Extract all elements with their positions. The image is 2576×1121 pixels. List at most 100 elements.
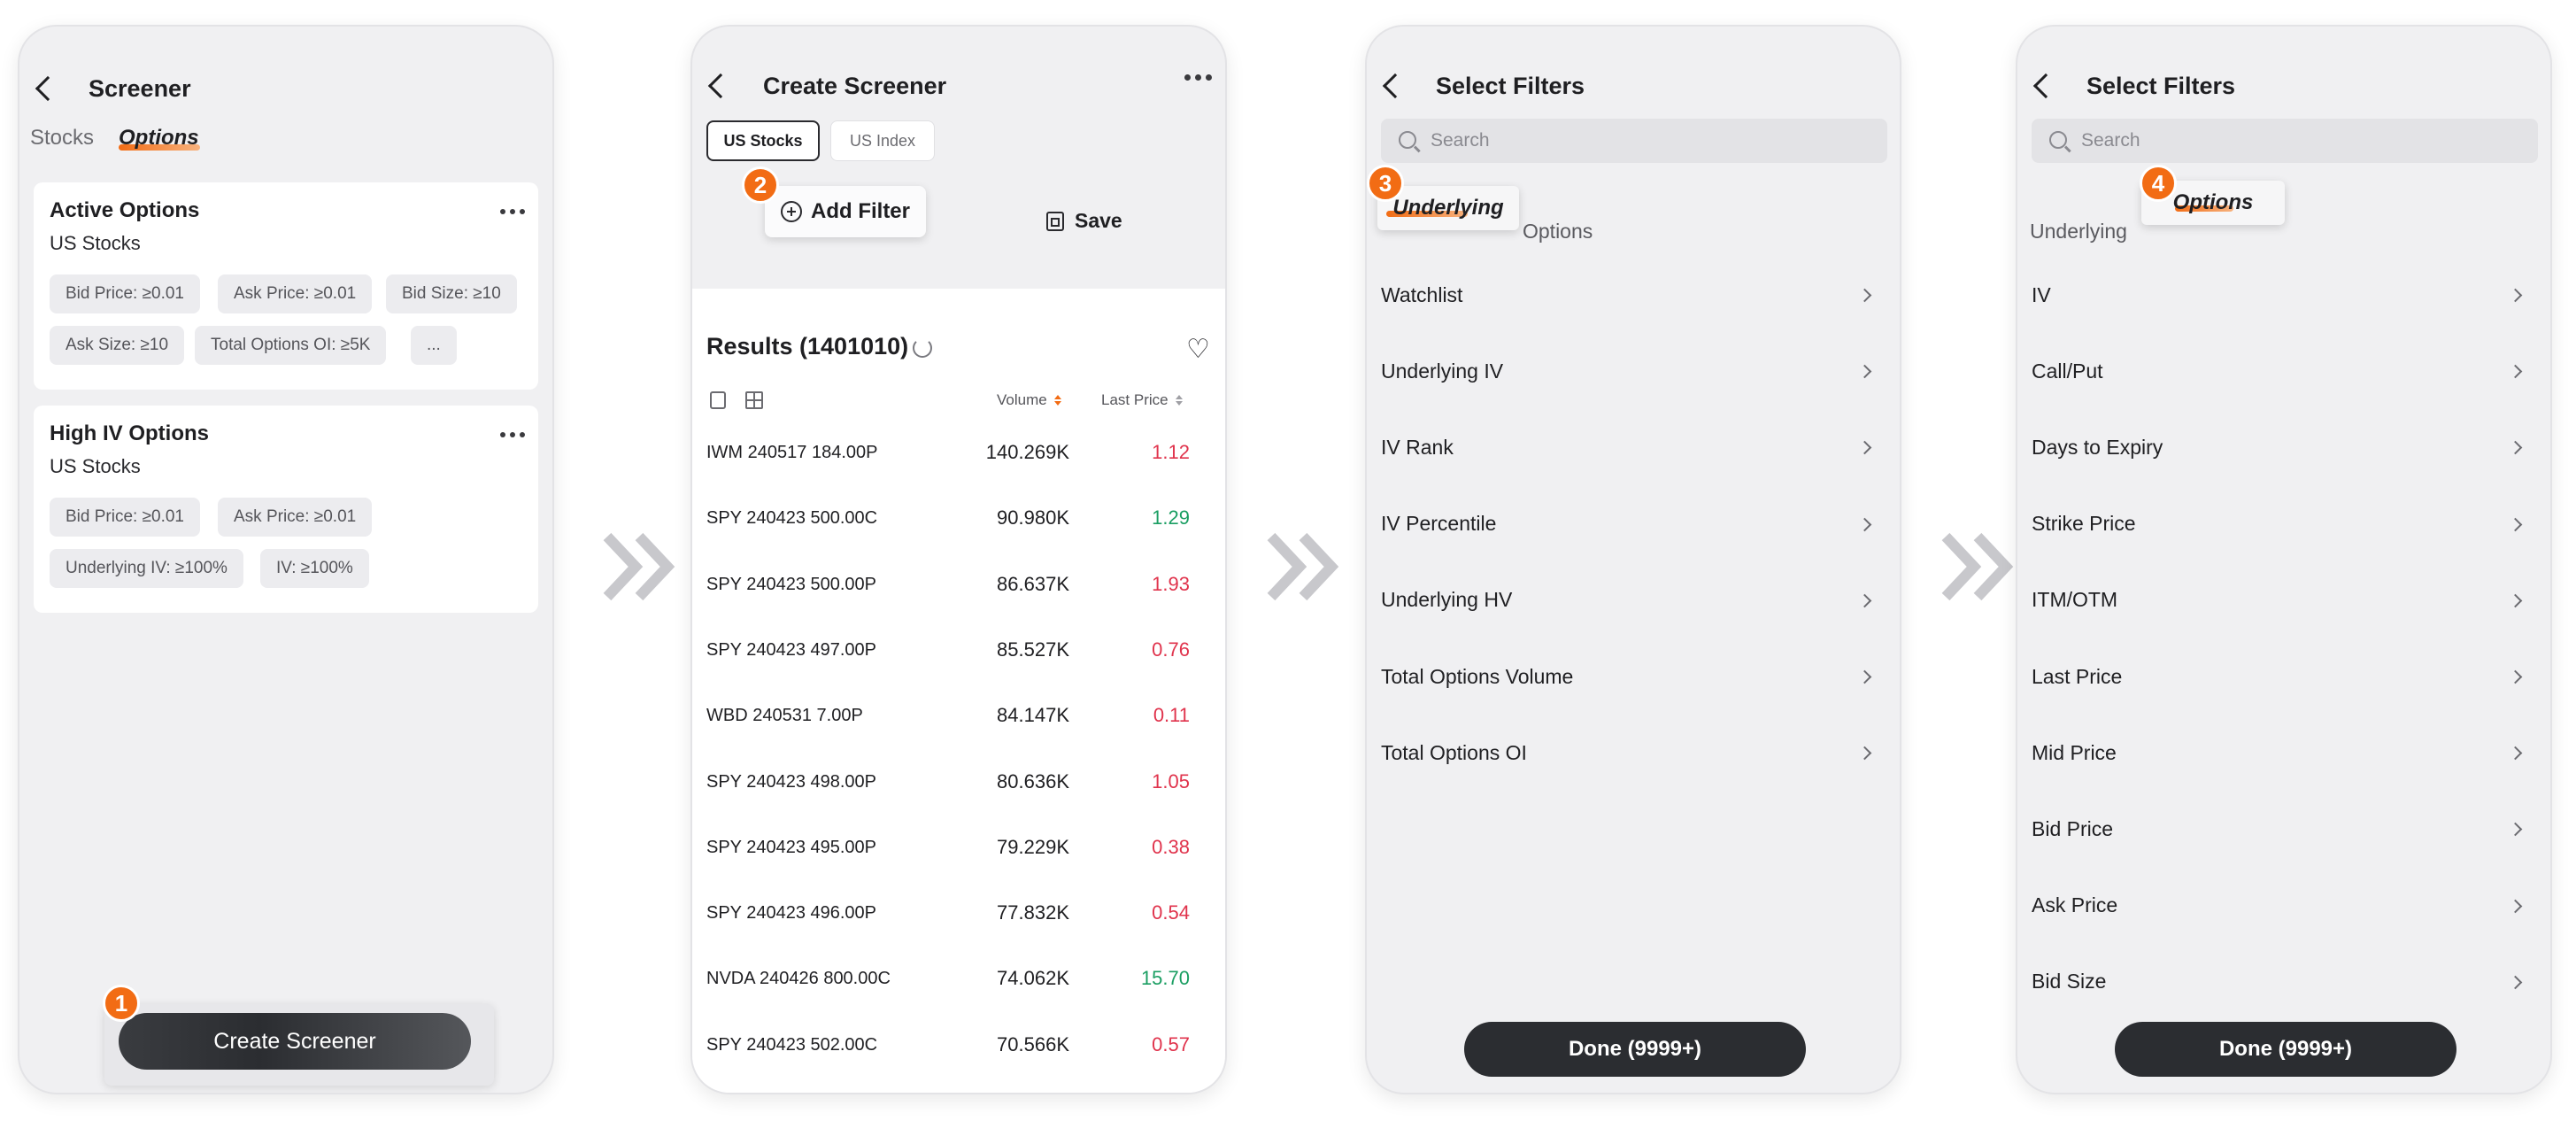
- add-filter-button[interactable]: Add Filter: [765, 186, 926, 237]
- favorite-add-icon[interactable]: ♡: [1186, 336, 1210, 363]
- filter-list-item[interactable]: Bid Price: [2032, 791, 2538, 867]
- done-button[interactable]: Done (9999+): [2115, 1022, 2456, 1077]
- step-badge: 4: [2140, 165, 2177, 202]
- filter-chip: Ask Price: ≥0.01: [218, 498, 373, 537]
- volume-value: 80.636K: [997, 769, 1069, 792]
- last-price-value: 1.29: [1152, 506, 1190, 530]
- filter-list-item[interactable]: IV: [2032, 257, 2538, 333]
- card-title: Active Options: [50, 198, 200, 222]
- page-title: Select Filters: [2086, 73, 2236, 99]
- filter-list-item[interactable]: Mid Price: [2032, 715, 2538, 791]
- filter-item-label: Bid Size: [2032, 970, 2107, 993]
- more-options-icon[interactable]: [500, 209, 525, 214]
- filter-item-label: IV Percentile: [1381, 512, 1497, 536]
- column-layout-icon[interactable]: [745, 391, 763, 409]
- more-options-icon[interactable]: [1184, 74, 1212, 81]
- table-row[interactable]: SPY 240423 501.00C70.059K0.88: [692, 1079, 1225, 1093]
- segment-us-index[interactable]: US Index: [830, 120, 935, 161]
- save-button[interactable]: Save: [1046, 209, 1122, 233]
- filter-item-label: Total Options OI: [1381, 740, 1527, 764]
- filter-list-item[interactable]: IV Rank: [1381, 409, 1887, 485]
- sort-icon: [1175, 395, 1183, 406]
- chevron-right-icon: [2508, 975, 2523, 990]
- tab-options[interactable]: Options: [1523, 220, 1593, 244]
- table-row[interactable]: SPY 240423 497.00P 85.527K 0.76: [692, 619, 1225, 684]
- filter-item-label: Underlying IV: [1381, 359, 1504, 383]
- back-arrow-icon[interactable]: [707, 73, 734, 99]
- segment-us-stocks[interactable]: US Stocks: [706, 120, 820, 161]
- chevron-right-icon: [1857, 669, 1872, 684]
- filter-list-item[interactable]: Days to Expiry: [2032, 409, 2538, 485]
- filter-list-item[interactable]: Ask Price: [2032, 868, 2538, 944]
- filter-list-item[interactable]: Total Options Volume: [1381, 638, 1887, 715]
- search-icon: [1399, 131, 1416, 149]
- filter-list-item[interactable]: Last Price: [2032, 638, 2538, 715]
- screener-card-high-iv-options[interactable]: High IV Options US Stocks Bid Price: ≥0.…: [34, 406, 538, 613]
- last-price-value: 1.93: [1152, 572, 1190, 595]
- filter-list-item[interactable]: Strike Price: [2032, 486, 2538, 562]
- card-subtitle: US Stocks: [50, 455, 141, 477]
- table-row[interactable]: NVDA 240426 800.00C 74.062K 15.70: [692, 947, 1225, 1013]
- filter-list-item[interactable]: Watchlist: [1381, 257, 1887, 333]
- volume-value: 86.637K: [997, 572, 1069, 595]
- next-step-arrow-icon: [1941, 532, 2014, 601]
- last-price-value: 0.11: [1153, 704, 1190, 727]
- sort-active-icon: [1053, 395, 1061, 406]
- refresh-icon[interactable]: [913, 338, 932, 358]
- back-arrow-icon[interactable]: [2032, 73, 2059, 99]
- chevron-right-icon: [2508, 823, 2523, 837]
- filter-item-label: Total Options Volume: [1381, 664, 1574, 688]
- filter-item-label: Watchlist: [1381, 282, 1463, 306]
- page-title: Select Filters: [1436, 73, 1585, 99]
- tab-options[interactable]: Options: [119, 126, 199, 151]
- tab-underlying-label: Underlying: [1392, 196, 1504, 220]
- create-screener-button[interactable]: Create Screener: [119, 1013, 471, 1070]
- chevron-right-icon: [1857, 441, 1872, 455]
- screener-card-active-options[interactable]: Active Options US Stocks Bid Price: ≥0.0…: [34, 182, 538, 390]
- volume-column-header[interactable]: Volume: [997, 391, 1061, 409]
- filter-list-item[interactable]: Bid Size: [2032, 944, 2538, 1020]
- table-row[interactable]: WBD 240531 7.00P 84.147K 0.11: [692, 684, 1225, 750]
- copy-icon[interactable]: [710, 391, 726, 409]
- filter-list-item[interactable]: ITM/OTM: [2032, 562, 2538, 638]
- table-row[interactable]: SPY 240423 496.00P 77.832K 0.54: [692, 882, 1225, 947]
- filter-list-item[interactable]: IV Percentile: [1381, 486, 1887, 562]
- volume-header-label: Volume: [997, 391, 1047, 408]
- search-input[interactable]: Search: [2032, 119, 2538, 163]
- back-arrow-icon[interactable]: [1382, 73, 1408, 99]
- last-price-header-label: Last Price: [1101, 391, 1168, 408]
- filter-chip: Underlying IV: ≥100%: [50, 549, 243, 588]
- more-options-icon[interactable]: [500, 432, 525, 437]
- filter-item-label: Underlying HV: [1381, 588, 1513, 612]
- option-symbol: SPY 240423 495.00P: [706, 837, 877, 857]
- volume-value: 140.269K: [985, 441, 1069, 463]
- tab-stocks[interactable]: Stocks: [30, 126, 94, 151]
- table-row[interactable]: SPY 240423 495.00P 79.229K 0.38: [692, 816, 1225, 882]
- chevron-right-icon: [2508, 517, 2523, 531]
- done-button[interactable]: Done (9999+): [1464, 1022, 1806, 1077]
- option-symbol: WBD 240531 7.00P: [706, 706, 863, 726]
- filter-item-label: IV: [2032, 282, 2051, 306]
- chevron-right-icon: [2508, 669, 2523, 684]
- filter-chip: Ask Price: ≥0.01: [218, 274, 373, 313]
- filter-list-item[interactable]: Call/Put: [2032, 333, 2538, 409]
- last-price-value: 0.57: [1152, 1032, 1190, 1055]
- filter-list-item[interactable]: Total Options OI: [1381, 715, 1887, 791]
- select-filters-underlying-screen: Select Filters Search 3 Underlying Optio…: [1365, 25, 1901, 1094]
- filter-list-item[interactable]: Underlying IV: [1381, 333, 1887, 409]
- card-subtitle: US Stocks: [50, 232, 141, 254]
- table-row[interactable]: SPY 240423 500.00P 86.637K 1.93: [692, 553, 1225, 619]
- table-row[interactable]: SPY 240423 498.00P 80.636K 1.05: [692, 751, 1225, 816]
- filter-list-item[interactable]: Underlying HV: [1381, 562, 1887, 638]
- option-symbol: SPY 240423 496.00P: [706, 903, 877, 924]
- volume-value: 79.229K: [997, 835, 1069, 858]
- last-price-column-header[interactable]: Last Price: [1101, 391, 1183, 409]
- last-price-value: 1.05: [1152, 769, 1190, 792]
- search-input[interactable]: Search: [1381, 119, 1887, 163]
- table-row[interactable]: SPY 240423 500.00C 90.980K 1.29: [692, 487, 1225, 553]
- back-arrow-icon[interactable]: [35, 75, 61, 102]
- step-badge: 1: [103, 985, 140, 1022]
- table-row[interactable]: IWM 240517 184.00P 140.269K 1.12: [692, 421, 1225, 487]
- tab-underlying[interactable]: Underlying: [2030, 220, 2127, 244]
- table-row[interactable]: SPY 240423 502.00C 70.566K 0.57: [692, 1014, 1225, 1079]
